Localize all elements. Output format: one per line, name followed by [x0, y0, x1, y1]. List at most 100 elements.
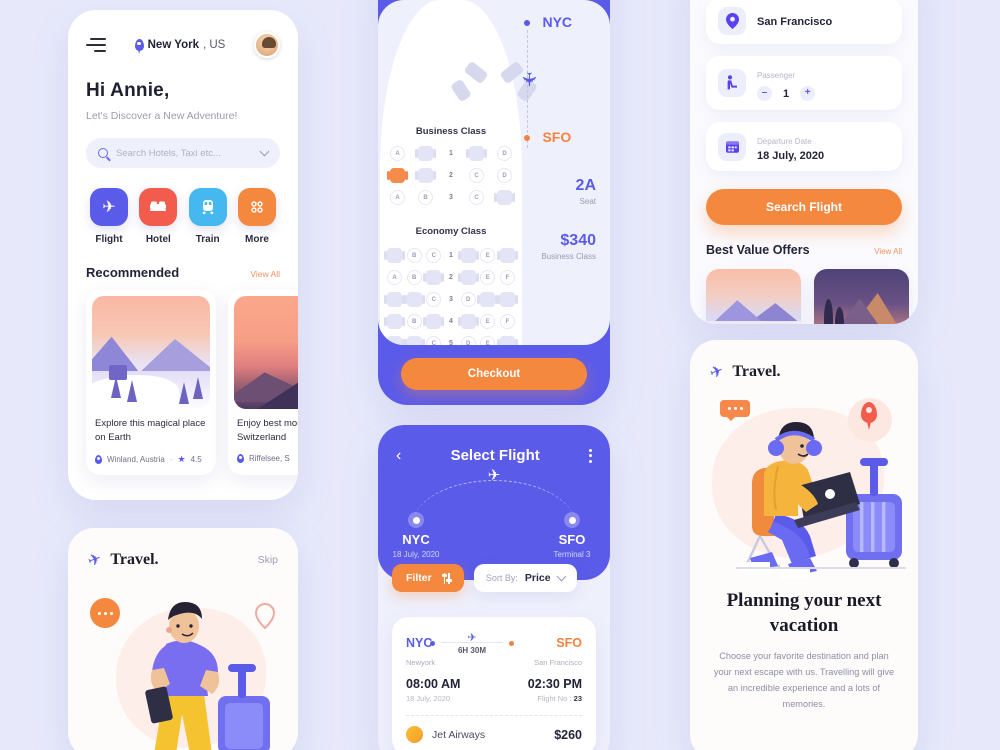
- category-label: Flight: [95, 234, 123, 245]
- destination-code: SFO: [558, 532, 586, 547]
- economy-seat-grid: B C 1 E A B 2 E F C 3 D B 4 E F C 5 D E: [384, 248, 518, 345]
- chevron-down-icon[interactable]: [259, 146, 270, 157]
- seat-row: C 3 D: [384, 292, 518, 307]
- seat-e4C[interactable]: [423, 314, 445, 329]
- seat-row: B C 1 E: [384, 248, 518, 263]
- grid-dots-icon: [237, 188, 276, 226]
- seat-3B[interactable]: B: [418, 190, 433, 205]
- chevron-left-icon[interactable]: ‹: [396, 447, 401, 464]
- seat-1C[interactable]: [466, 146, 487, 161]
- avatar[interactable]: [253, 32, 280, 58]
- hamburger-icon[interactable]: [86, 37, 106, 53]
- seat-row: 2 C D: [387, 168, 512, 183]
- design-showcase-canvas: New York, US Hi Annie, Let's Discover a …: [0, 0, 1000, 750]
- recommended-card[interactable]: Enjoy best mountain in Switzerland Riffe…: [228, 290, 298, 475]
- origin-node: [408, 512, 424, 528]
- offer-card[interactable]: [706, 269, 801, 324]
- origin-detail: 18 July, 2020: [392, 550, 440, 559]
- recommended-header: Recommended View All: [86, 265, 280, 280]
- card-rating: 4.5: [190, 454, 202, 464]
- seat-e4F[interactable]: F: [499, 314, 515, 329]
- destination-dot: [524, 134, 530, 141]
- seat-e3E[interactable]: [477, 292, 499, 307]
- location-country: , US: [202, 39, 226, 51]
- seat-e4B[interactable]: B: [406, 314, 422, 329]
- seat-e3B[interactable]: [403, 292, 425, 307]
- seat-e3C[interactable]: C: [426, 292, 442, 307]
- screen-seat-select: Business Class A 1 D 2 C D A B 3 C Econo…: [378, 0, 610, 405]
- passenger-seat-icon: [718, 69, 746, 97]
- seat-e1A[interactable]: [384, 248, 405, 263]
- flight-city-row: Newyork San Francisco: [406, 658, 582, 667]
- kebab-menu-icon[interactable]: [588, 448, 592, 463]
- seat-e2B[interactable]: B: [406, 270, 422, 285]
- seat-1A[interactable]: A: [390, 146, 405, 161]
- price-value: $340: [560, 232, 596, 249]
- row-number: 3: [449, 194, 453, 201]
- seat-e2C[interactable]: [423, 270, 445, 285]
- seat-e1B[interactable]: B: [406, 248, 422, 263]
- seat-e1E[interactable]: E: [480, 248, 496, 263]
- seat-e4D[interactable]: [457, 314, 479, 329]
- seat-e1D[interactable]: [457, 248, 479, 263]
- increment-button[interactable]: +: [800, 86, 816, 101]
- offers-list: [706, 269, 909, 324]
- seat-e1C[interactable]: C: [426, 248, 442, 263]
- category-train[interactable]: Train: [185, 188, 231, 245]
- seat-2A-selected[interactable]: [387, 168, 408, 183]
- origin-code: NYC: [402, 532, 430, 547]
- seat-e1F[interactable]: [496, 248, 518, 263]
- screen-onboarding-intro: ✈ Travel. Skip: [68, 528, 298, 750]
- flight-to-city: San Francisco: [534, 658, 582, 667]
- selected-seat-value: 2A: [575, 177, 596, 194]
- offers-view-all[interactable]: View All: [874, 247, 902, 256]
- search-input[interactable]: Search Hotels, Taxi etc...: [86, 138, 280, 168]
- sort-dropdown[interactable]: Sort By: Price: [473, 564, 577, 592]
- seat-e3D[interactable]: D: [460, 292, 476, 307]
- seat-e2E[interactable]: E: [480, 270, 496, 285]
- bed-icon: [139, 188, 178, 226]
- seat-e2F[interactable]: F: [499, 270, 515, 285]
- filter-label: Filter: [406, 572, 432, 584]
- destination-field[interactable]: San Francisco: [706, 0, 902, 44]
- departure-date-field[interactable]: Departure Date 18 July, 2020: [706, 122, 902, 171]
- offer-card[interactable]: [814, 269, 909, 324]
- checkout-button[interactable]: Checkout: [401, 358, 587, 390]
- seat-3D[interactable]: [494, 190, 515, 205]
- seat-1D[interactable]: D: [497, 146, 512, 161]
- flight-result-card[interactable]: NYC ✈ 6H 30M SFO Newyork San Francisco 0…: [392, 617, 596, 750]
- seat-1B[interactable]: [415, 146, 436, 161]
- seat-2B[interactable]: [415, 168, 436, 183]
- seat-e3F[interactable]: [496, 292, 518, 307]
- flight-no-value: 23: [573, 694, 582, 703]
- seat-2C[interactable]: C: [469, 168, 484, 183]
- seat-e4E[interactable]: E: [480, 314, 496, 329]
- flight-price: $260: [554, 727, 582, 742]
- search-flight-button[interactable]: Search Flight: [706, 189, 902, 225]
- seat-2D[interactable]: D: [497, 168, 512, 183]
- recommended-card[interactable]: Explore this magical place on Earth Winl…: [86, 290, 216, 475]
- route-destination-code: SFO: [542, 129, 572, 145]
- category-flight[interactable]: ✈ Flight: [86, 188, 132, 245]
- flight-to-code: SFO: [556, 636, 582, 650]
- passenger-field[interactable]: Passenger – 1 +: [706, 56, 902, 110]
- illustration-person-with-phone: [68, 584, 298, 750]
- decrement-button[interactable]: –: [757, 86, 772, 101]
- seat-3C[interactable]: C: [469, 190, 484, 205]
- seat-3A[interactable]: A: [390, 190, 405, 205]
- origin-dot: [524, 19, 530, 26]
- seat-e2D[interactable]: [457, 270, 479, 285]
- filter-button[interactable]: Filter: [392, 564, 464, 592]
- location-pin-icon: [237, 453, 244, 463]
- sort-label: Sort By:: [485, 573, 518, 583]
- category-hotel[interactable]: Hotel: [135, 188, 181, 245]
- seat-e4A[interactable]: [384, 314, 405, 329]
- seat-e2A[interactable]: A: [387, 270, 402, 285]
- flight-no-label: Flight No :: [537, 694, 572, 703]
- seat-row: A 1 D: [390, 146, 512, 161]
- skip-button[interactable]: Skip: [258, 554, 278, 566]
- seat-e3A[interactable]: [384, 292, 405, 307]
- location-indicator[interactable]: New York, US: [134, 39, 226, 51]
- category-more[interactable]: More: [234, 188, 280, 245]
- view-all-link[interactable]: View All: [250, 269, 280, 279]
